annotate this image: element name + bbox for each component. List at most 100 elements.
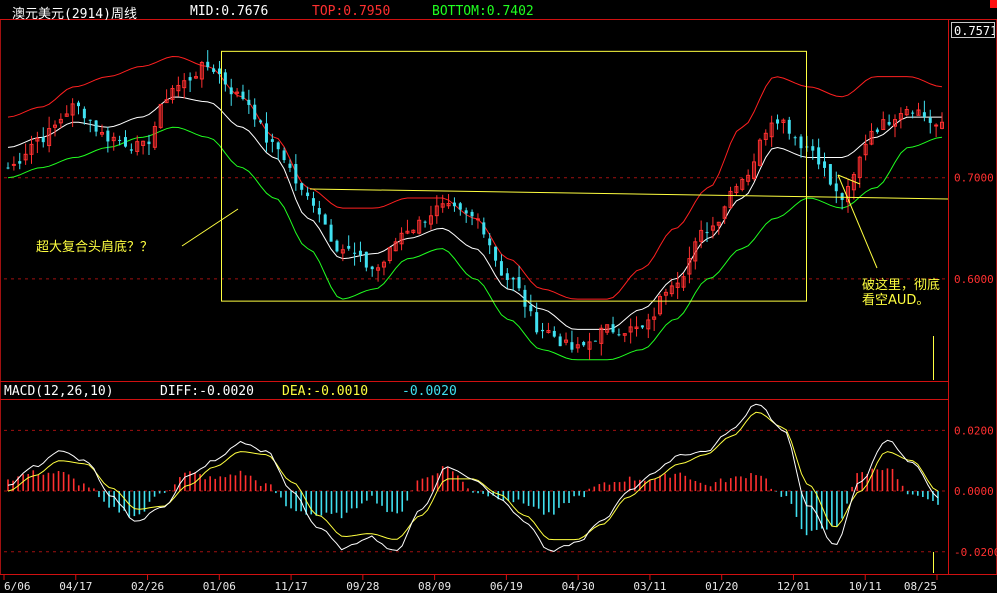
candle-body xyxy=(799,136,803,149)
x-tick-label-0: 6/06 xyxy=(4,580,31,593)
candle-body xyxy=(123,137,127,147)
candle-body xyxy=(288,163,292,168)
macd-hist-value: -0.0020 xyxy=(402,384,457,399)
candle-body xyxy=(928,117,932,123)
candle-body xyxy=(217,68,221,75)
candle-body xyxy=(776,119,780,124)
neckline xyxy=(309,188,949,200)
x-tick-label-12: 10/11 xyxy=(849,580,882,593)
candle-body xyxy=(306,192,310,197)
x-tick-label-3: 01/06 xyxy=(203,580,236,593)
candle-body xyxy=(282,150,286,161)
macd-tick-label-0: 0.0200 xyxy=(954,424,994,437)
x-tick-label-6: 08/09 xyxy=(418,580,451,593)
candle-body xyxy=(475,218,480,221)
candle-body xyxy=(264,123,268,143)
x-tick-label-5: 09/28 xyxy=(346,580,379,593)
annotation-arrow-left xyxy=(181,208,239,247)
x-tick-label-13: 08/25 xyxy=(904,580,937,593)
candle-body xyxy=(118,139,122,141)
macd-diff-value: DIFF:-0.0020 xyxy=(160,384,254,399)
candle-body xyxy=(347,245,351,249)
candle-body xyxy=(541,329,545,332)
macd-dea-line xyxy=(7,411,939,541)
macd-title: MACD(12,26,10) xyxy=(4,384,114,399)
chart-title: 澳元美元(2914)周线 xyxy=(12,7,137,22)
candle-body xyxy=(370,266,374,270)
candle-body xyxy=(82,108,86,119)
candle-body xyxy=(247,99,251,105)
last-price-tag: 0.7571 xyxy=(951,22,995,38)
x-tick-label-2: 02/26 xyxy=(131,580,164,593)
candle-body xyxy=(106,130,110,142)
candle-body xyxy=(787,119,791,134)
candle-body xyxy=(18,161,22,164)
candle-body xyxy=(76,102,80,107)
candle-body xyxy=(311,198,315,206)
candle-body xyxy=(517,277,521,289)
candle-body xyxy=(834,183,838,192)
candle-body xyxy=(505,273,509,280)
candle-body xyxy=(558,336,562,347)
candle-body xyxy=(817,147,821,165)
x-tick-label-4: 11/17 xyxy=(275,580,308,593)
candle-body xyxy=(523,289,527,307)
price-tick-label-0: 0.7000 xyxy=(954,172,994,185)
candle-body xyxy=(317,208,321,215)
candle-body xyxy=(552,330,556,337)
macd-tick-label-2: -0.0200 xyxy=(954,546,997,559)
candle-body xyxy=(934,124,939,127)
candle-body xyxy=(94,120,98,132)
candle-body xyxy=(911,112,915,114)
candle-body xyxy=(535,312,539,333)
macd-tick-label-1: 0.0000 xyxy=(954,485,994,498)
candle-body xyxy=(188,77,192,81)
candle-body xyxy=(823,161,827,168)
candle-body xyxy=(358,250,362,256)
candle-body xyxy=(494,246,498,261)
candle-body xyxy=(259,120,263,123)
candle-body xyxy=(611,324,615,333)
mid-band-line xyxy=(7,96,942,330)
x-tick-label-8: 04/30 xyxy=(562,580,595,593)
candle-body xyxy=(875,129,879,133)
candle-body xyxy=(41,137,45,143)
candle-body xyxy=(529,305,533,312)
candle-body xyxy=(212,68,216,72)
candle-body xyxy=(593,340,597,342)
candle-body xyxy=(582,342,586,346)
candle-body xyxy=(6,167,10,169)
x-tick-label-1: 04/17 xyxy=(59,580,92,593)
x-tick-label-9: 03/11 xyxy=(633,580,666,593)
candle-body xyxy=(811,146,815,151)
annotation-head-shoulders: 超大复合头肩底？？ xyxy=(36,240,154,255)
candle-body xyxy=(640,325,644,328)
candle-body xyxy=(276,142,280,150)
candle-body xyxy=(482,222,486,235)
corner-marker xyxy=(990,0,997,8)
candle-body xyxy=(129,149,133,151)
annotation-break-line2: 看空AUD。 xyxy=(862,293,930,308)
candle-body xyxy=(241,91,245,99)
candle-body xyxy=(922,112,926,117)
candle-body xyxy=(88,119,92,121)
x-tick-label-11: 12/01 xyxy=(777,580,810,593)
candle-body xyxy=(335,240,339,252)
candle-body xyxy=(511,277,515,280)
candle-body xyxy=(329,224,333,242)
candle-body xyxy=(458,203,462,210)
candle-body xyxy=(353,252,357,254)
candle-body xyxy=(887,122,891,125)
candle-body xyxy=(840,193,844,200)
chart-canvas: 0.7000 0.6000 0.0200 0.0000 -0.0200 6/06 04/17… xyxy=(0,0,997,593)
candle-body xyxy=(452,202,456,207)
candle-body xyxy=(229,87,233,95)
candle-body xyxy=(294,164,298,184)
macd-dea-value: DEA:-0.0010 xyxy=(282,384,369,399)
candle-body xyxy=(793,137,797,139)
candle-body xyxy=(323,214,327,225)
candle-body xyxy=(488,238,492,246)
x-tick-label-7: 06/19 xyxy=(490,580,523,593)
candle-body xyxy=(11,163,16,166)
candle-body xyxy=(206,61,210,68)
